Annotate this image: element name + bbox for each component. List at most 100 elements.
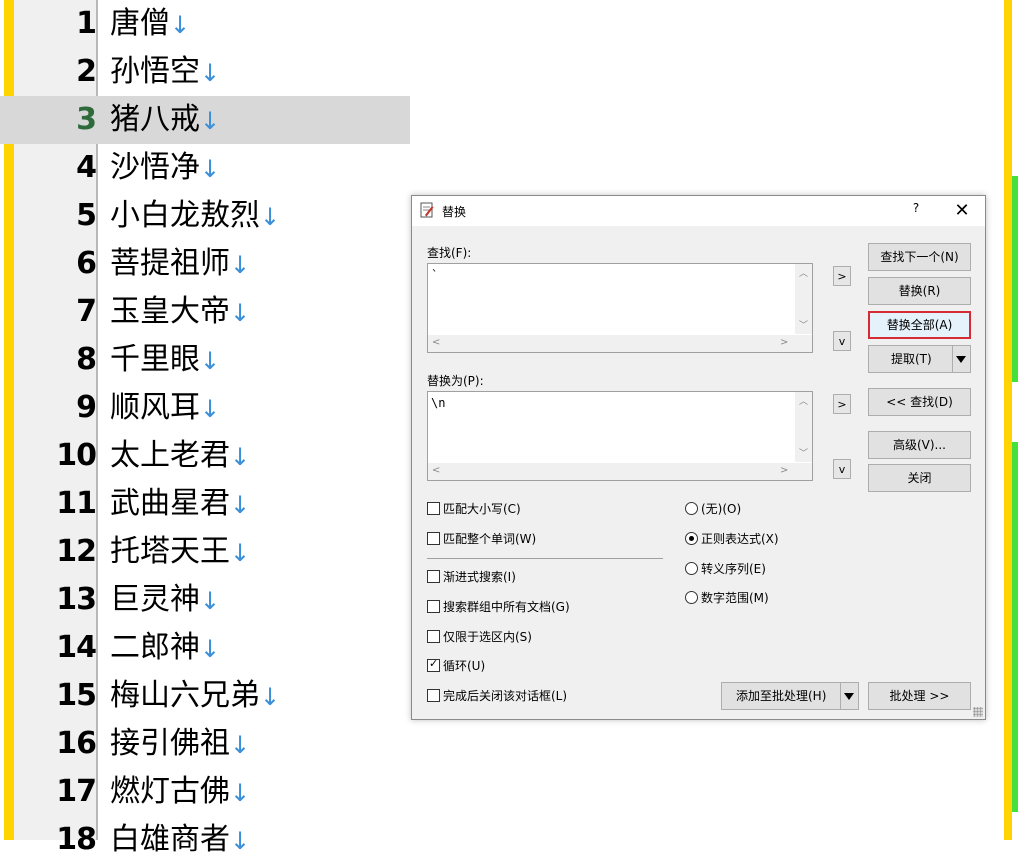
editor-line[interactable]: 2 孙悟空↓ [0, 48, 410, 96]
incremental-search-checkbox[interactable]: 渐进式搜索(I) [427, 570, 516, 586]
line-text: 唐僧↓ [110, 4, 190, 45]
replace-history-button[interactable]: v [833, 459, 851, 479]
line-number: 6 [76, 246, 97, 281]
line-content: 孙悟空 [110, 54, 200, 89]
editor-line[interactable]: 8 千里眼↓ [0, 336, 410, 384]
line-end-marker-icon: ↓ [230, 299, 251, 327]
editor-line[interactable]: 14 二郎神↓ [0, 624, 410, 672]
extract-dropdown[interactable] [952, 346, 970, 372]
close-button[interactable]: 关闭 [868, 464, 971, 492]
radio-circle [685, 562, 698, 575]
scroll-right-icon[interactable]: > [780, 465, 788, 476]
line-number: 8 [76, 342, 97, 377]
extract-button[interactable]: 提取(T) [868, 345, 971, 373]
checkbox-box [427, 689, 440, 702]
editor-line[interactable]: 10 太上老君↓ [0, 432, 410, 480]
scroll-right-icon[interactable]: > [780, 337, 788, 348]
line-number: 14 [56, 630, 97, 665]
line-text: 孙悟空↓ [110, 52, 220, 93]
edit-doc-icon [420, 202, 434, 218]
line-text: 燃灯古佛↓ [110, 772, 250, 813]
checkbox-box-checked [427, 657, 440, 672]
match-case-checkbox[interactable]: 匹配大小写(C) [427, 502, 521, 518]
dialog-title: 替换 [442, 205, 467, 219]
add-to-batch-dropdown[interactable] [840, 683, 858, 709]
line-end-marker-icon: ↓ [230, 779, 251, 807]
replace-button[interactable]: 替换(R) [868, 277, 971, 305]
radio-circle-selected [685, 532, 698, 545]
close-icon[interactable]: ✕ [950, 199, 974, 223]
find-history-button[interactable]: v [833, 331, 851, 351]
editor-line[interactable]: 18 白雄商者↓ [0, 816, 410, 864]
editor-line[interactable]: 5 小白龙敖烈↓ [0, 192, 410, 240]
editor-line[interactable]: 17 燃灯古佛↓ [0, 768, 410, 816]
line-text: 太上老君↓ [110, 436, 250, 477]
selection-only-checkbox[interactable]: 仅限于选区内(S) [427, 630, 532, 646]
editor-line[interactable]: 6 菩提祖师↓ [0, 240, 410, 288]
editor-line[interactable]: 15 梅山六兄弟↓ [0, 672, 410, 720]
find-next-button[interactable]: 查找下一个(N) [868, 243, 971, 271]
help-button[interactable]: ? [908, 201, 924, 219]
advanced-button[interactable]: 高级(V)... [868, 431, 971, 459]
line-content: 小白龙敖烈 [110, 198, 260, 233]
replace-vertical-scrollbar[interactable]: ︿ ﹀ [795, 392, 812, 462]
mode-regex-radio[interactable]: 正则表达式(X) [685, 532, 779, 548]
line-text: 菩提祖师↓ [110, 244, 250, 285]
replace-horizontal-scrollbar[interactable]: < > [428, 463, 795, 480]
line-end-marker-icon: ↓ [230, 491, 251, 519]
scroll-down-icon[interactable]: ﹀ [799, 446, 808, 459]
replace-input-value: \n [431, 396, 446, 410]
find-toggle-button[interactable]: << 查找(D) [868, 388, 971, 416]
whole-word-checkbox[interactable]: 匹配整个单词(W) [427, 532, 536, 548]
scrollbar-change-marker [1004, 0, 1012, 840]
scroll-up-icon[interactable]: ︿ [799, 266, 808, 279]
editor-line[interactable]: 13 巨灵神↓ [0, 576, 410, 624]
line-text: 小白龙敖烈↓ [110, 196, 280, 237]
extract-button-label: 提取(T) [891, 352, 932, 366]
line-text: 托塔天王↓ [110, 532, 250, 573]
scrollbar-saved-marker [1012, 176, 1018, 382]
replace-all-button[interactable]: 替换全部(A) [868, 311, 971, 339]
line-content: 梅山六兄弟 [110, 678, 260, 713]
wrap-checkbox[interactable]: 循环(U) [427, 657, 485, 675]
line-number: 10 [56, 438, 97, 473]
scroll-left-icon[interactable]: < [432, 337, 440, 348]
find-expand-button[interactable]: > [833, 266, 851, 286]
scroll-up-icon[interactable]: ︿ [799, 394, 808, 407]
line-content: 武曲星君 [110, 486, 230, 521]
batch-button[interactable]: 批处理 >> [868, 682, 971, 710]
line-text: 玉皇大帝↓ [110, 292, 250, 333]
editor-line[interactable]: 3 猪八戒↓ [0, 96, 410, 144]
find-input[interactable]: ` ︿ ﹀ < > [427, 263, 813, 353]
line-number: 17 [56, 774, 97, 809]
search-all-docs-checkbox[interactable]: 搜索群组中所有文档(G) [427, 600, 570, 616]
editor-line[interactable]: 4 沙悟净↓ [0, 144, 410, 192]
line-number: 13 [56, 582, 97, 617]
editor-line[interactable]: 1 唐僧↓ [0, 0, 410, 48]
editor-line[interactable]: 16 接引佛祖↓ [0, 720, 410, 768]
scroll-down-icon[interactable]: ﹀ [799, 318, 808, 331]
scroll-left-icon[interactable]: < [432, 465, 440, 476]
find-vertical-scrollbar[interactable]: ︿ ﹀ [795, 264, 812, 334]
close-after-checkbox[interactable]: 完成后关闭该对话框(L) [427, 689, 567, 705]
line-end-marker-icon: ↓ [200, 59, 221, 87]
editor-line[interactable]: 7 玉皇大帝↓ [0, 288, 410, 336]
mode-numeric-radio[interactable]: 数字范围(M) [685, 591, 769, 607]
line-number: 7 [76, 294, 97, 329]
add-to-batch-button[interactable]: 添加至批处理(H) [721, 682, 859, 710]
line-text: 顺风耳↓ [110, 388, 220, 429]
editor-line[interactable]: 12 托塔天王↓ [0, 528, 410, 576]
line-number: 1 [76, 6, 97, 41]
resize-grip-icon[interactable] [973, 707, 983, 717]
find-horizontal-scrollbar[interactable]: < > [428, 335, 795, 352]
line-content: 二郎神 [110, 630, 200, 665]
editor-line[interactable]: 9 顺风耳↓ [0, 384, 410, 432]
editor-line[interactable]: 11 武曲星君↓ [0, 480, 410, 528]
mode-escape-radio[interactable]: 转义序列(E) [685, 562, 766, 578]
line-number: 9 [76, 390, 97, 425]
mode-none-radio[interactable]: (无)(O) [685, 502, 741, 518]
line-text: 武曲星君↓ [110, 484, 250, 525]
replace-input[interactable]: \n ︿ ﹀ < > [427, 391, 813, 481]
dialog-titlebar[interactable]: 替换 ? ✕ [412, 196, 985, 226]
replace-expand-button[interactable]: > [833, 394, 851, 414]
